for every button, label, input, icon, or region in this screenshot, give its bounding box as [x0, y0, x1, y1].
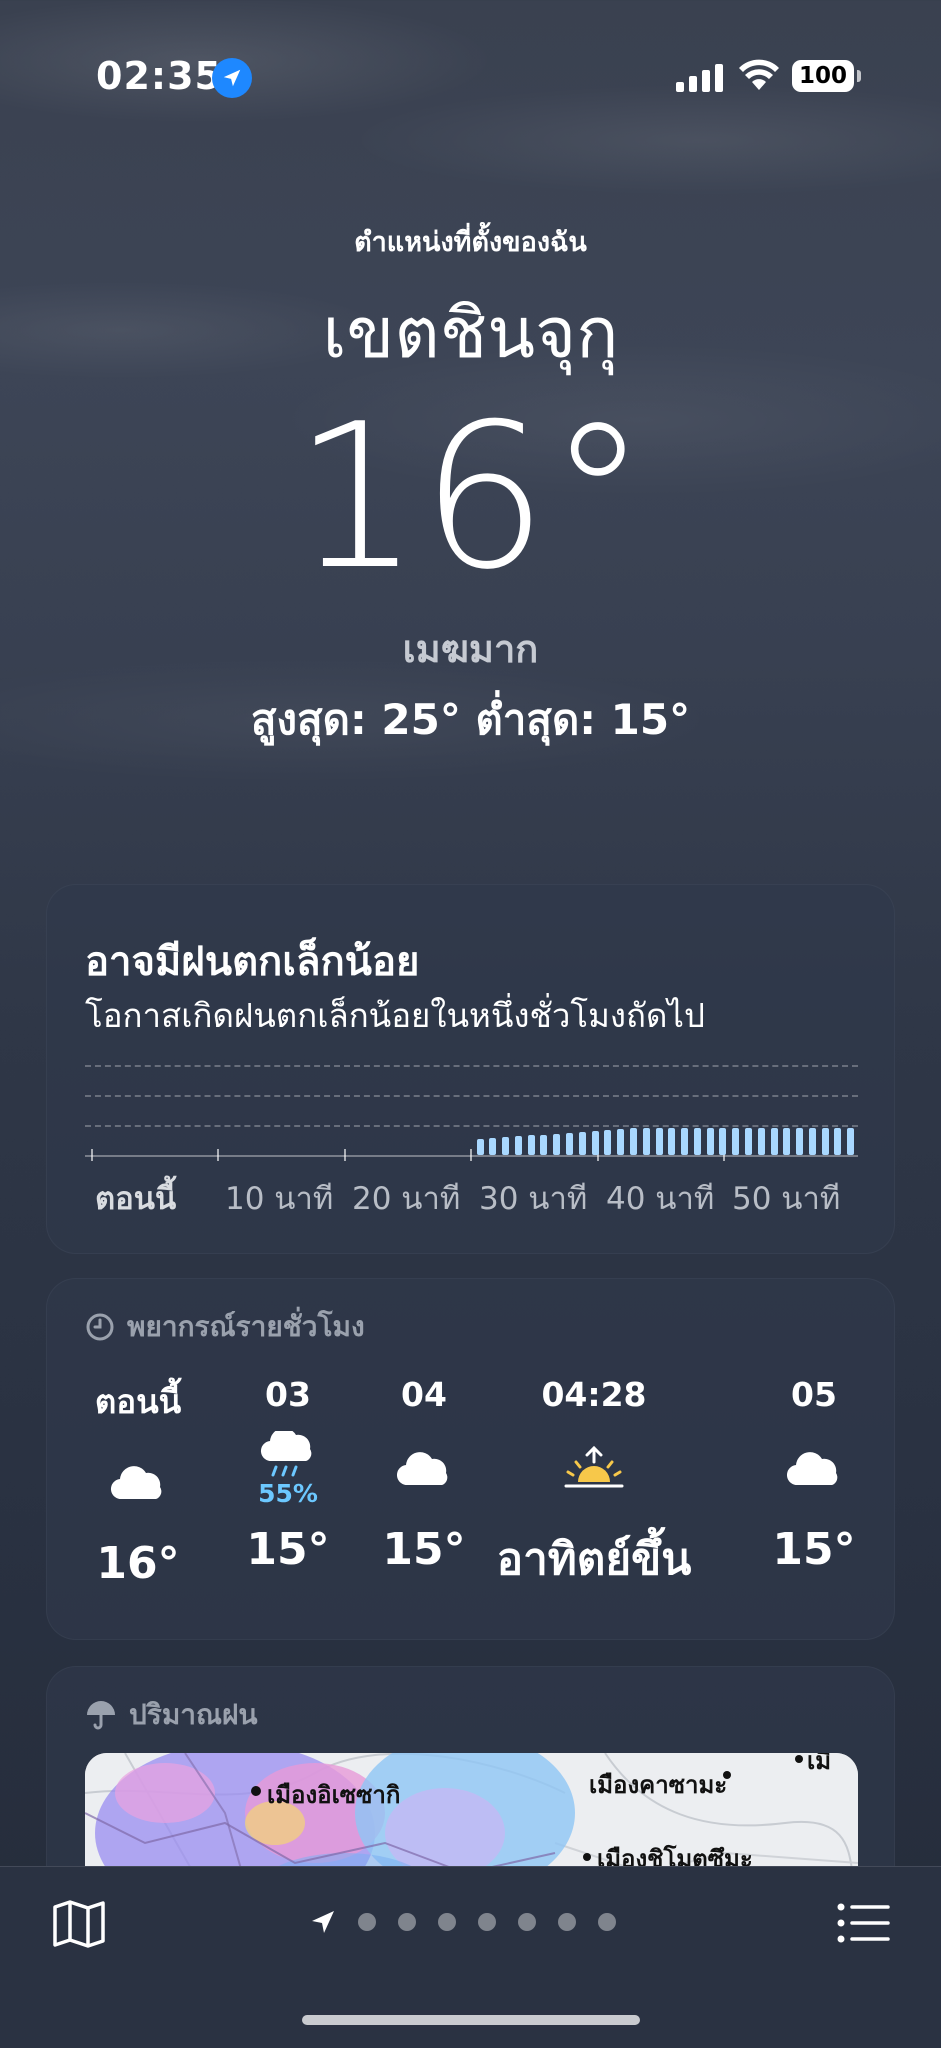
rain-intensity-bar — [642, 1128, 650, 1155]
location-services-icon — [212, 58, 252, 98]
rain-intensity-bar — [796, 1128, 804, 1155]
cloud-rain-icon — [261, 1430, 312, 1476]
rain-intensity-bar — [834, 1128, 842, 1155]
hour-temperature: 15° — [246, 1524, 330, 1575]
wifi-icon — [738, 58, 780, 96]
current-condition: เมฆมาก — [402, 627, 539, 671]
chart-gridline — [85, 1065, 858, 1067]
clock-icon — [86, 1313, 114, 1341]
rain-intensity-bar — [514, 1136, 522, 1155]
home-indicator[interactable] — [302, 2015, 640, 2025]
battery-icon: 100 — [792, 60, 861, 92]
rain-intensity-bar — [808, 1128, 816, 1155]
rain-intensity-bar — [757, 1128, 765, 1155]
chart-time-label: 20 นาที — [352, 1181, 461, 1217]
hourly-forecast-title: พยากรณ์รายชั่วโมง — [127, 1310, 365, 1343]
precipitation-probability: 55% — [258, 1478, 318, 1508]
chart-time-label: 10 นาที — [225, 1181, 334, 1217]
page-dot[interactable] — [358, 1913, 376, 1931]
hourly-item: 03 55% 15° — [223, 1375, 353, 1575]
hour-time: 03 — [265, 1375, 311, 1414]
rain-intensity-bar — [591, 1130, 599, 1155]
hour-temperature: 16° — [96, 1538, 180, 1589]
sunrise-icon — [439, 1414, 749, 1524]
rain-intensity-bar — [553, 1133, 561, 1155]
hourly-item-sunrise: 04:28 อาทิตย์ขึ้น — [439, 1375, 749, 1594]
high-low-temperature: สูงสุด: 25° ต่ำสุด: 15° — [250, 695, 691, 744]
current-temperature: 16° — [293, 381, 648, 614]
rain-intensity-bar — [578, 1131, 586, 1155]
rain-intensity-bar — [744, 1128, 752, 1155]
precipitation-header: ปริมาณฝน — [85, 1693, 258, 1737]
page-dot[interactable] — [478, 1913, 496, 1931]
hourly-forecast-header: พยากรณ์รายชั่วโมง — [85, 1305, 365, 1349]
rain-intensity-bar — [719, 1128, 727, 1155]
hourly-item: 05 15° — [749, 1375, 879, 1575]
rain-intensity-bar — [540, 1134, 548, 1155]
hour-time: ตอนนี้ — [94, 1382, 182, 1421]
rain-intensity-bar — [655, 1128, 663, 1155]
rain-intensity-bar — [821, 1128, 829, 1155]
map-city-label: เมืองอิเซซากิ — [267, 1781, 401, 1809]
hour-time: 05 — [791, 1375, 837, 1414]
rain-card-subtitle: โอกาสเกิดฝนตกเล็กน้อยในหนึ่งชั่วโมงถัดไป — [85, 996, 705, 1035]
chart-time-label: 50 นาที — [732, 1181, 841, 1217]
chart-tick — [91, 1149, 93, 1161]
rain-intensity-bar — [770, 1128, 778, 1155]
rain-intensity-bar — [527, 1135, 535, 1155]
rain-intensity-bar — [783, 1128, 791, 1155]
bottom-toolbar — [0, 1866, 941, 2048]
hour-temperature: 15° — [772, 1524, 856, 1575]
hourly-forecast-card[interactable]: พยากรณ์รายชั่วโมง ตอนนี้ 16° 03 55% 15° … — [46, 1278, 895, 1640]
chart-gridline — [85, 1125, 858, 1127]
umbrella-icon — [87, 1701, 115, 1730]
page-dot[interactable] — [598, 1913, 616, 1931]
hourly-item: ตอนนี้ 16° — [73, 1375, 203, 1589]
map-icon[interactable] — [52, 1899, 106, 1953]
chart-tick — [344, 1149, 346, 1161]
rain-intensity-bar — [706, 1128, 714, 1155]
status-time: 02:35 — [96, 54, 222, 98]
rain-intensity-bar — [617, 1129, 625, 1155]
hour-time: 04:28 — [541, 1375, 647, 1414]
map-city-label: เมื — [807, 1753, 832, 1775]
sunrise-label: อาทิตย์ขึ้น — [496, 1534, 692, 1585]
page-dot[interactable] — [438, 1913, 456, 1931]
rain-intensity-bar — [489, 1138, 497, 1155]
chart-time-label: 40 นาที — [606, 1181, 715, 1217]
chart-time-label: ตอนนี้ — [95, 1181, 177, 1217]
rain-intensity-chart: ตอนนี้ 10 นาที 20 นาที 30 นาที 40 นาที 50 นาท… — [85, 1065, 858, 1235]
list-icon[interactable] — [836, 1901, 890, 1949]
rain-intensity-bar — [668, 1128, 676, 1155]
rain-card-title: อาจมีฝนตกเล็กน้อย — [85, 939, 420, 985]
rain-intensity-bar — [847, 1128, 855, 1155]
chart-tick — [217, 1149, 219, 1161]
chart-tick — [470, 1149, 472, 1161]
cellular-signal-icon — [676, 62, 723, 92]
rain-intensity-bar — [629, 1128, 637, 1155]
rain-intensity-bar — [693, 1128, 701, 1155]
rain-intensity-bar — [566, 1132, 573, 1155]
page-dot[interactable] — [558, 1913, 576, 1931]
page-dot[interactable] — [518, 1913, 536, 1931]
rain-intensity-bar — [604, 1130, 612, 1155]
next-hour-precipitation-card[interactable]: อาจมีฝนตกเล็กน้อย โอกาสเกิดฝนตกเล็กน้อยใ… — [46, 884, 895, 1254]
page-dot[interactable] — [398, 1913, 416, 1931]
rain-intensity-bar — [502, 1137, 510, 1155]
precipitation-title: ปริมาณฝน — [129, 1698, 258, 1731]
weather-header: ตำแหน่งที่ตั้งของฉัน เขตชินจุกุ 16° เมฆม… — [0, 220, 941, 753]
city-name: เขตชินจุกุ — [322, 292, 619, 374]
map-city-label: เมืองคาซามะ — [589, 1771, 728, 1799]
cloud-icon — [749, 1414, 879, 1524]
rain-intensity-bar — [681, 1128, 688, 1155]
status-bar: 02:35 100 — [0, 0, 941, 150]
cloud-icon — [73, 1428, 203, 1538]
chart-gridline — [85, 1095, 858, 1097]
location-arrow-icon — [312, 1911, 334, 1933]
my-location-label: ตำแหน่งที่ตั้งของฉัน — [354, 227, 587, 258]
rain-intensity-bar — [476, 1139, 484, 1155]
chart-time-label: 30 นาที — [479, 1181, 588, 1217]
rain-intensity-bar — [732, 1128, 740, 1155]
page-indicator[interactable] — [310, 1909, 616, 1935]
